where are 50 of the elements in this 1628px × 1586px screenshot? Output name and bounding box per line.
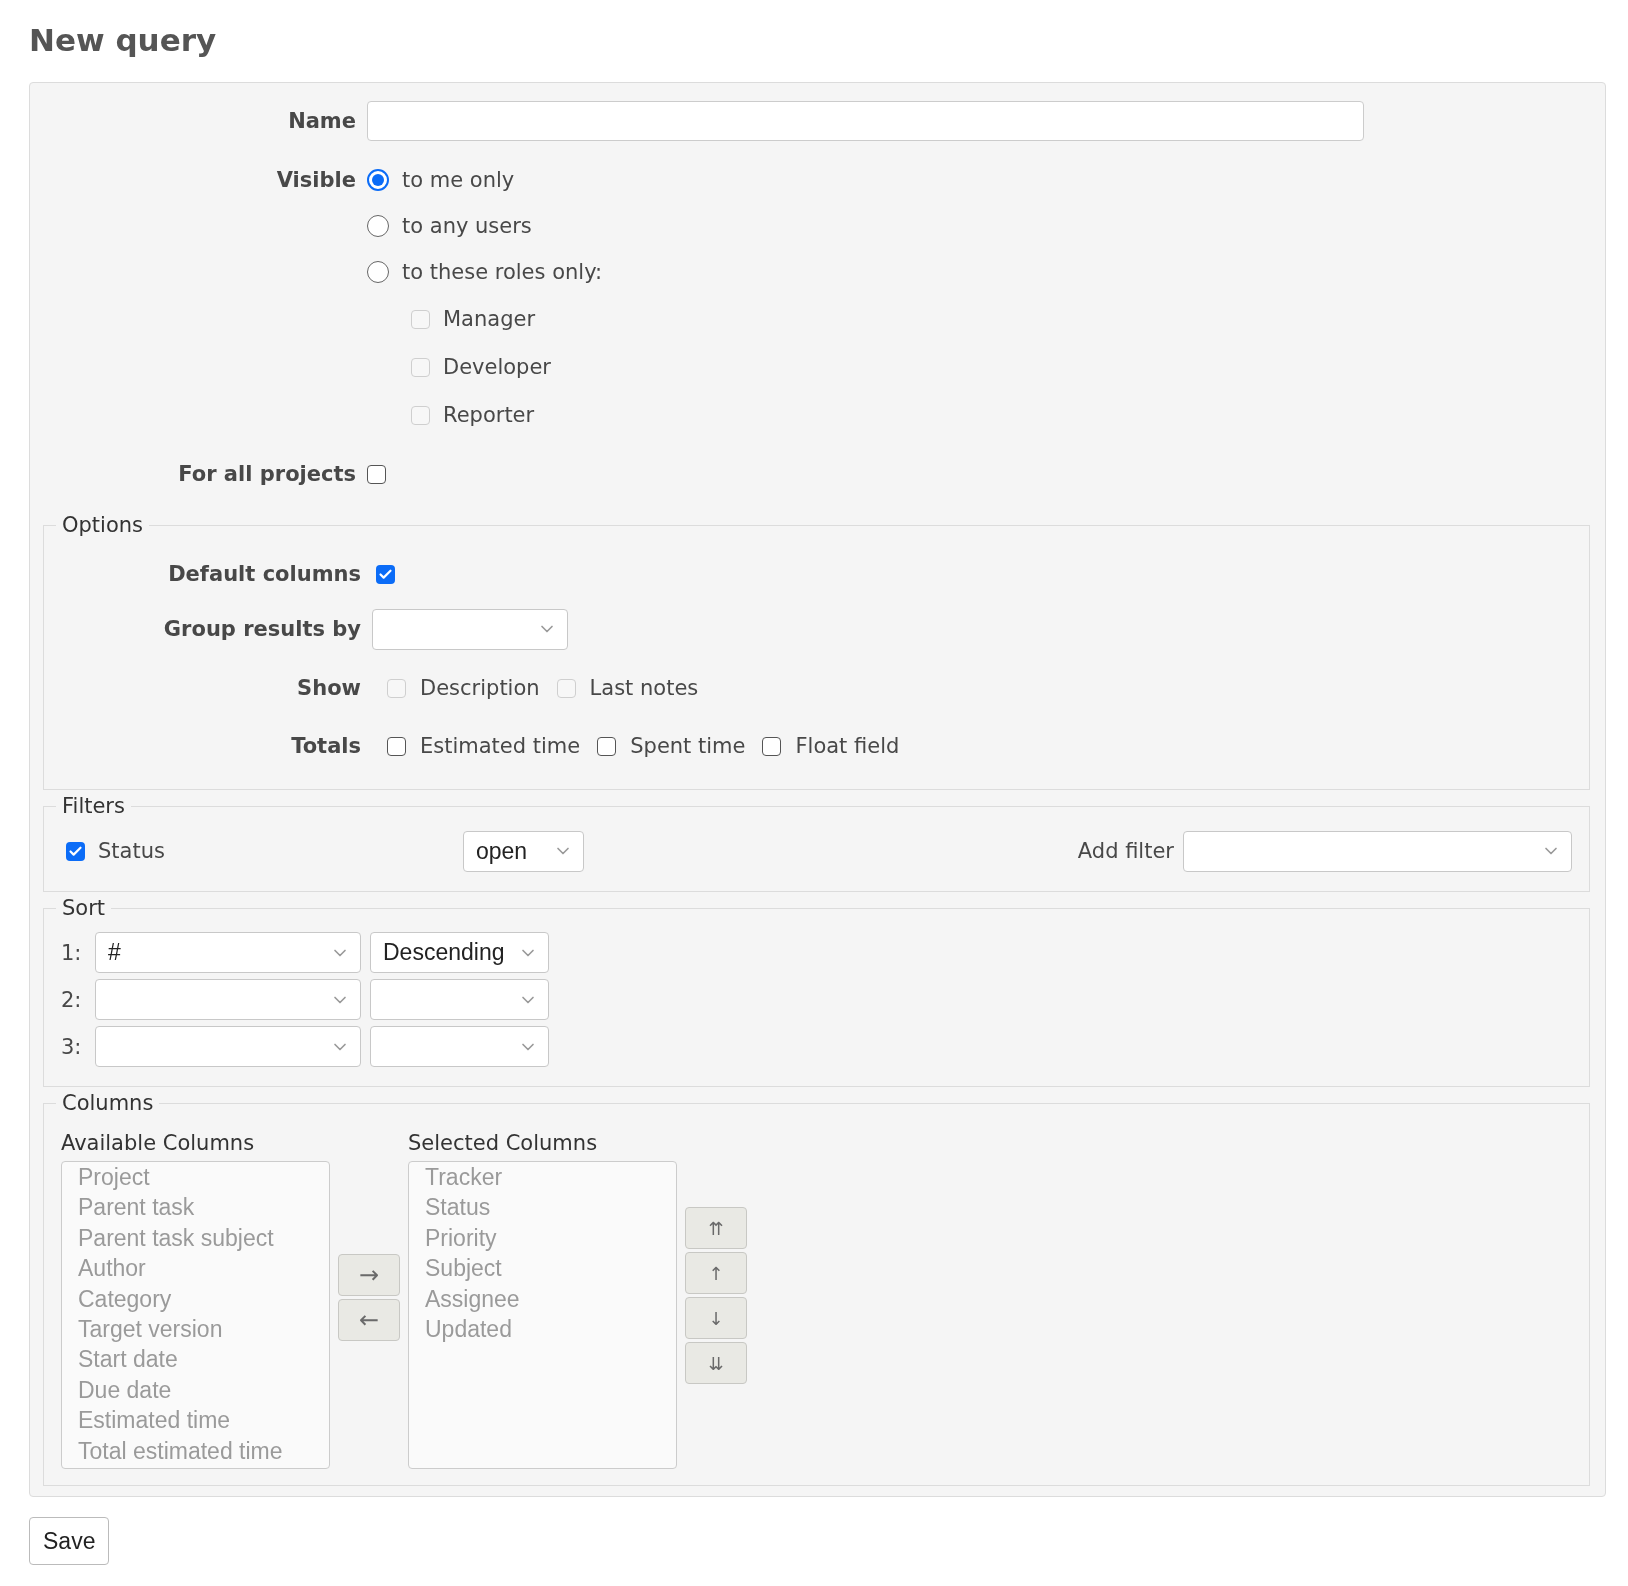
select-field[interactable]: open bbox=[463, 830, 584, 872]
checkbox[interactable] bbox=[376, 564, 395, 584]
list-label: Available Columns bbox=[61, 1131, 256, 1157]
page-title: New query bbox=[29, 21, 218, 60]
checkbox[interactable] bbox=[762, 736, 782, 756]
sort-index: 1: bbox=[61, 940, 83, 965]
field-label: Group results by bbox=[163, 617, 361, 641]
select-field[interactable] bbox=[95, 1026, 361, 1067]
field-label: Visible bbox=[276, 168, 356, 192]
select-field[interactable] bbox=[370, 1026, 549, 1067]
radio-button[interactable] bbox=[367, 169, 389, 191]
radio-label: to any users bbox=[402, 214, 532, 238]
sort-legend: Sort bbox=[56, 896, 112, 920]
checkbox-label: Float field bbox=[795, 734, 900, 758]
checkbox-label: Reporter bbox=[443, 403, 535, 427]
list-label: Selected Columns bbox=[408, 1131, 599, 1157]
checkbox-label: Last notes bbox=[589, 676, 699, 700]
filter-label: Status bbox=[98, 839, 165, 863]
radio-label: to me only bbox=[402, 168, 515, 192]
select-field[interactable] bbox=[1183, 830, 1572, 872]
options-legend: Options bbox=[56, 513, 150, 537]
checkbox-label: Manager bbox=[443, 307, 536, 331]
field-label: Totals bbox=[291, 734, 361, 758]
checkbox-label: Spent time bbox=[630, 734, 746, 758]
checkbox[interactable] bbox=[387, 736, 406, 756]
checkbox-label: Description bbox=[420, 676, 540, 700]
save-button[interactable]: Save bbox=[29, 1517, 110, 1565]
radio-label: to these roles only: bbox=[402, 260, 603, 284]
radio-button[interactable] bbox=[367, 261, 389, 283]
add-filter-label: Add filter bbox=[1077, 839, 1174, 863]
radio-button[interactable] bbox=[367, 215, 389, 237]
select-field[interactable]: # bbox=[95, 932, 361, 973]
checkbox-label: Estimated time bbox=[420, 734, 581, 758]
name-input[interactable] bbox=[367, 101, 1364, 141]
filters-legend: Filters bbox=[56, 794, 131, 818]
checkbox-label: Developer bbox=[443, 355, 551, 379]
select-field[interactable]: Descending bbox=[370, 932, 549, 973]
field-label: For all projects bbox=[178, 462, 356, 486]
field-label: Name bbox=[288, 109, 356, 133]
sort-index: 3: bbox=[61, 1034, 83, 1059]
sort-index: 2: bbox=[61, 987, 83, 1012]
checkbox[interactable] bbox=[66, 841, 85, 861]
checkbox[interactable] bbox=[597, 736, 617, 756]
select-field[interactable] bbox=[370, 979, 549, 1020]
select-field[interactable] bbox=[95, 979, 361, 1020]
select-field[interactable] bbox=[372, 608, 568, 650]
field-label: Default columns bbox=[168, 562, 361, 586]
columns-legend: Columns bbox=[56, 1091, 160, 1115]
field-label: Show bbox=[297, 676, 361, 700]
checkbox[interactable] bbox=[367, 464, 386, 484]
